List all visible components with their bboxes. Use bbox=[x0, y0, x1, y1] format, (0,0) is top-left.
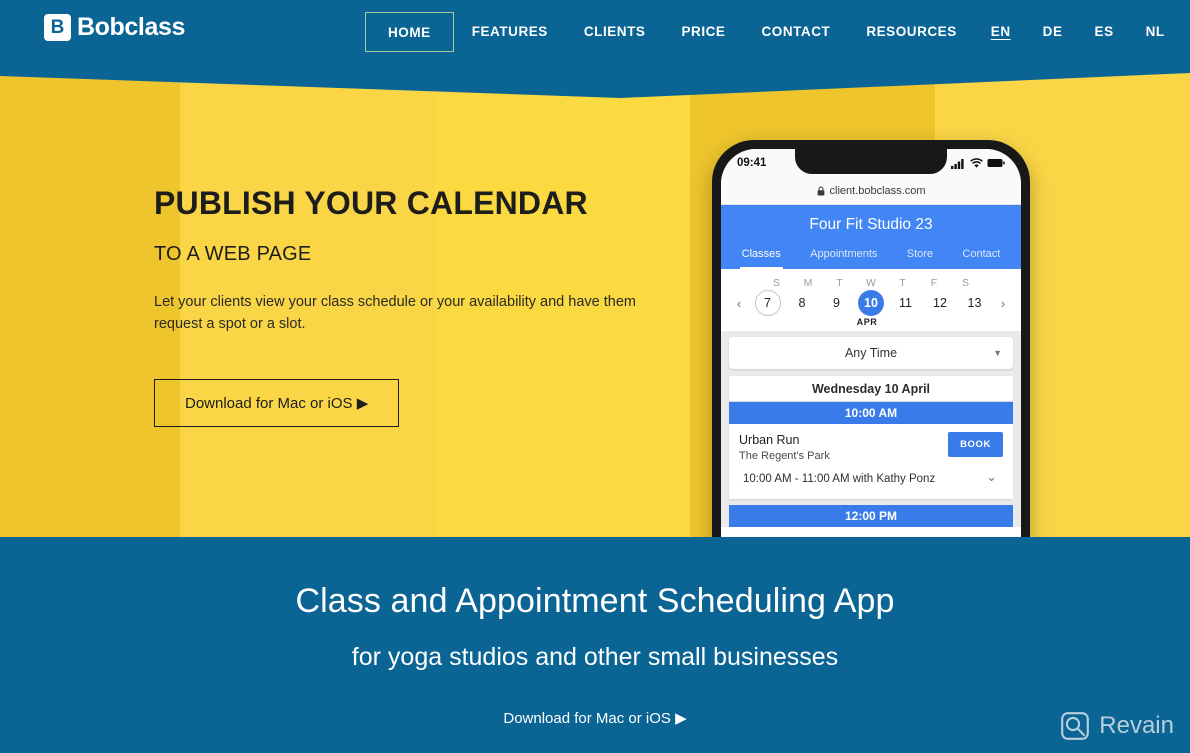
time-filter-select[interactable]: Any Time ▼ bbox=[729, 337, 1013, 369]
battery-icon bbox=[987, 159, 1005, 167]
nav-item-resources[interactable]: RESOURCES bbox=[848, 12, 974, 52]
app-tab-contact[interactable]: Contact bbox=[960, 243, 1002, 269]
chevron-down-icon: ▼ bbox=[993, 348, 1002, 358]
hero-wave-divider bbox=[0, 64, 1190, 98]
phone-screen: 09:41 client.bobclass.com Four Fit Studi… bbox=[721, 149, 1021, 560]
browser-url-bar[interactable]: client.bobclass.com bbox=[721, 177, 1021, 205]
hero-band-1 bbox=[0, 64, 180, 537]
url-text: client.bobclass.com bbox=[829, 184, 926, 197]
hero-copy: PUBLISH YOUR CALENDAR TO A WEB PAGE Let … bbox=[154, 185, 674, 427]
logo-mark-icon: B bbox=[44, 14, 71, 41]
app-studio-title: Four Fit Studio 23 bbox=[721, 205, 1021, 243]
cellular-signal-icon bbox=[951, 158, 964, 169]
landing-page: PUBLISH YOUR CALENDAR TO A WEB PAGE Let … bbox=[0, 0, 1190, 753]
bottom-download-link[interactable]: Download for Mac or iOS ▶ bbox=[503, 709, 686, 727]
app-tab-store[interactable]: Store bbox=[905, 243, 935, 269]
class-detail: 10:00 AM - 11:00 AM with Kathy Ponz bbox=[743, 473, 936, 485]
calendar-day-11[interactable]: 11 bbox=[893, 290, 919, 316]
calendar-day-numbers: ‹ 7 8 9 10 11 12 13 › bbox=[730, 290, 1012, 316]
tagline-section: Class and Appointment Scheduling App for… bbox=[0, 537, 1190, 753]
dow-6: S bbox=[961, 277, 969, 289]
site-header: B Bobclass HOME FEATURES CLIENTS PRICE C… bbox=[0, 0, 1190, 64]
hero-paragraph: Let your clients view your class schedul… bbox=[154, 294, 636, 332]
revain-wordmark: Revain bbox=[1099, 712, 1174, 739]
revain-logo-icon bbox=[1061, 712, 1090, 740]
time-band-1200pm: 12:00 PM bbox=[729, 504, 1013, 527]
lang-item-en[interactable]: EN bbox=[975, 12, 1027, 52]
lock-icon bbox=[817, 186, 824, 195]
nav-item-contact[interactable]: CONTACT bbox=[743, 12, 848, 52]
dow-4: T bbox=[899, 277, 906, 289]
time-band-1000am: 10:00 AM bbox=[729, 402, 1013, 424]
lang-item-de[interactable]: DE bbox=[1027, 12, 1079, 52]
phone-mockup: 09:41 client.bobclass.com Four Fit Studi… bbox=[712, 140, 1030, 560]
dow-0: S bbox=[772, 277, 780, 289]
nav-item-home[interactable]: HOME bbox=[365, 12, 454, 52]
dow-1: M bbox=[803, 277, 813, 289]
app-calendar-strip: S M T W T F S ‹ 7 8 9 10 11 12 13 › APR bbox=[721, 269, 1021, 331]
calendar-day-9[interactable]: 9 bbox=[824, 290, 850, 316]
dow-5: F bbox=[930, 277, 938, 289]
dow-2: T bbox=[836, 277, 843, 289]
calendar-month-label: APR bbox=[856, 317, 878, 327]
hero-title: PUBLISH YOUR CALENDAR bbox=[154, 185, 588, 221]
class-card-urban-run[interactable]: Urban Run The Regent's Park BOOK 10:00 A… bbox=[729, 424, 1013, 499]
schedule-date-header: Wednesday 10 April bbox=[729, 376, 1013, 401]
app-tab-classes[interactable]: Classes bbox=[739, 243, 783, 269]
tagline-subhead: for yoga studios and other small busines… bbox=[351, 643, 839, 671]
time-filter-value: Any Time bbox=[844, 346, 898, 360]
logo-text: Bobclass bbox=[77, 13, 185, 41]
app-schedule-list: Any Time ▼ Wednesday 10 April 10:00 AM U… bbox=[721, 331, 1021, 527]
status-icons bbox=[951, 157, 1005, 169]
nav-item-price[interactable]: PRICE bbox=[663, 12, 743, 52]
hero-download-button[interactable]: Download for Mac or iOS ▶ bbox=[154, 378, 400, 427]
app-tab-bar: Classes Appointments Store Contact bbox=[721, 243, 1021, 269]
wifi-icon bbox=[970, 157, 983, 168]
calendar-prev-icon[interactable]: ‹ bbox=[732, 296, 746, 311]
dow-3: W bbox=[866, 277, 876, 289]
calendar-next-icon[interactable]: › bbox=[996, 296, 1010, 311]
calendar-day-10[interactable]: 10 bbox=[858, 290, 884, 316]
app-tab-appointments[interactable]: Appointments bbox=[808, 243, 879, 269]
nav-item-features[interactable]: FEATURES bbox=[454, 12, 566, 52]
status-time: 09:41 bbox=[737, 157, 767, 169]
calendar-day-8[interactable]: 8 bbox=[789, 290, 815, 316]
chevron-down-icon[interactable]: ⌄ bbox=[986, 469, 997, 485]
book-button[interactable]: BOOK bbox=[948, 432, 1003, 457]
lang-item-nl[interactable]: NL bbox=[1130, 12, 1181, 52]
phone-notch bbox=[795, 149, 947, 174]
calendar-day-12[interactable]: 12 bbox=[927, 290, 953, 316]
calendar-day-7[interactable]: 7 bbox=[754, 290, 781, 316]
main-navigation: HOME FEATURES CLIENTS PRICE CONTACT RESO… bbox=[365, 12, 1181, 52]
lang-item-es[interactable]: ES bbox=[1079, 12, 1130, 52]
nav-item-clients[interactable]: CLIENTS bbox=[566, 12, 664, 52]
hero-subtitle: TO A WEB PAGE bbox=[154, 243, 312, 266]
tagline-headline: Class and Appointment Scheduling App bbox=[295, 582, 895, 620]
revain-watermark: Revain bbox=[1060, 711, 1174, 741]
site-logo[interactable]: B Bobclass bbox=[44, 13, 185, 42]
calendar-day-13[interactable]: 13 bbox=[962, 290, 988, 316]
calendar-day-initials: S M T W T F S bbox=[730, 277, 1012, 289]
